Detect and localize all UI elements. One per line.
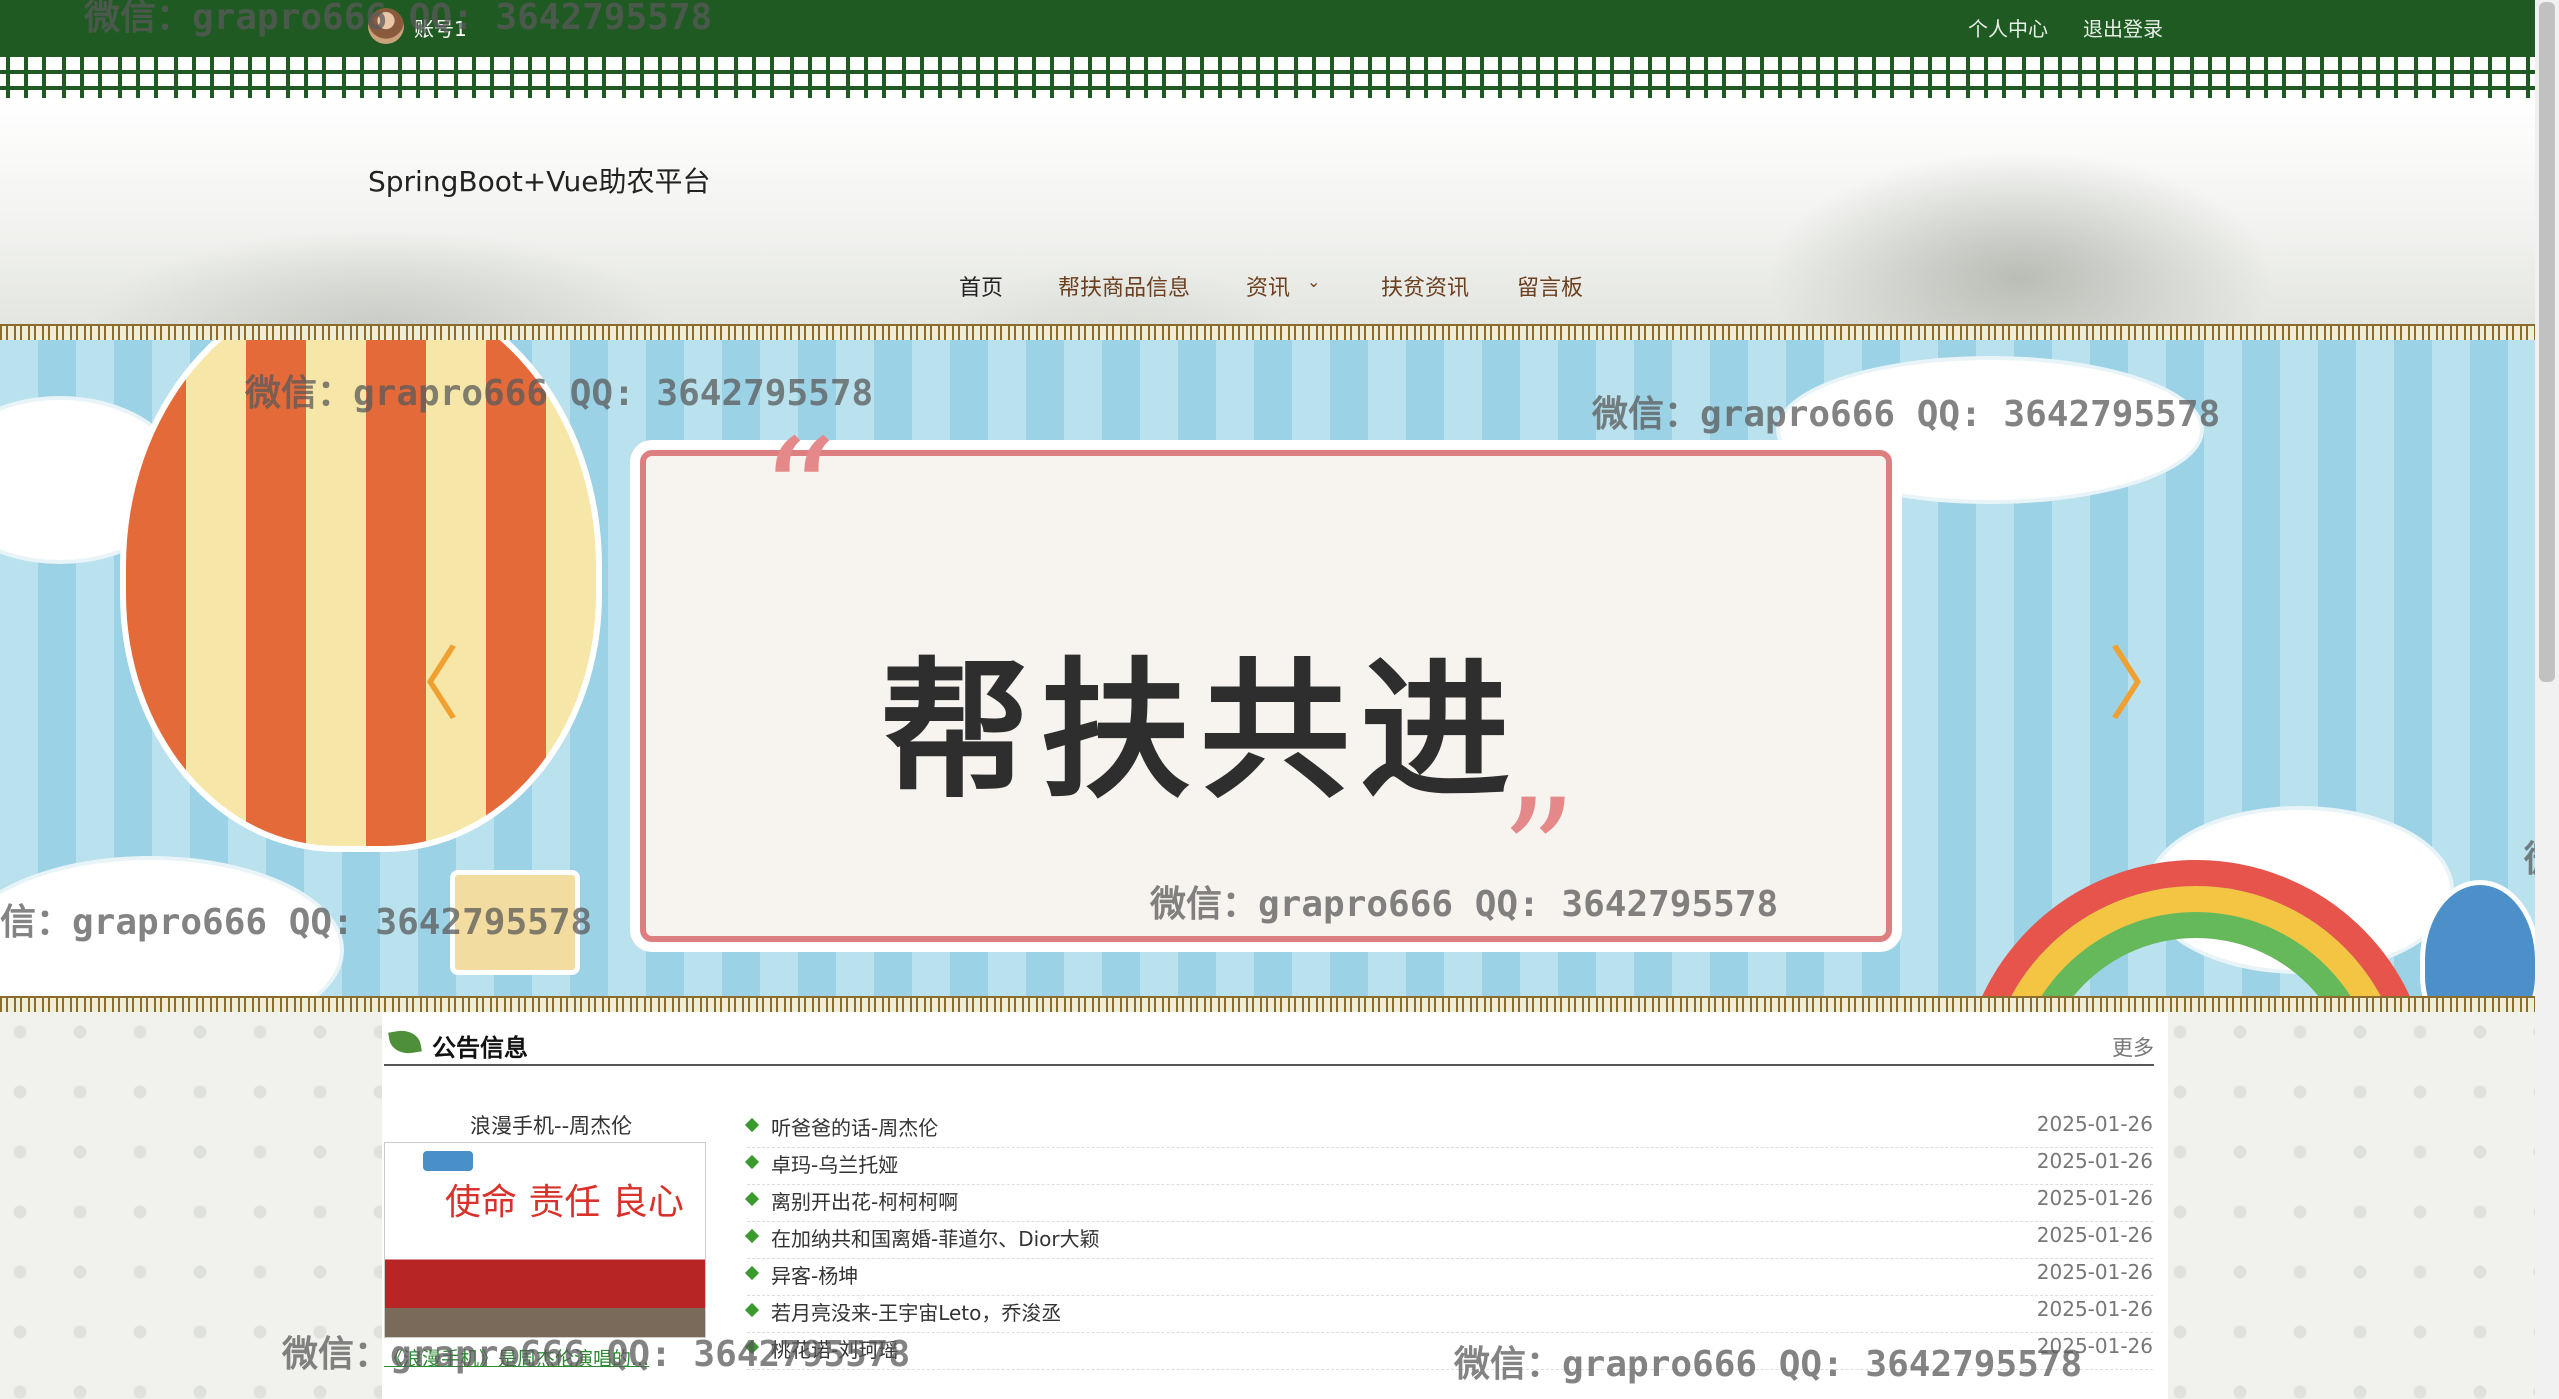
watermark-text: 微信：grapro666 QQ: 3642795578 (282, 1334, 911, 1375)
list-item[interactable]: 离别开出花-柯柯柯啊 2025-01-26 (744, 1184, 2153, 1222)
decorative-border-top (0, 52, 2535, 98)
list-item[interactable]: 听爸爸的话-周杰伦 2025-01-26 (744, 1110, 2153, 1148)
notice-item-date: 2025-01-26 (2036, 1186, 2153, 1210)
list-item[interactable]: 在加纳共和国离婚-菲道尔、Dior大颖 2025-01-26 (744, 1221, 2153, 1259)
site-title: SpringBoot+Vue助农平台 (368, 165, 711, 198)
notice-header: 公告信息 更多 (384, 1022, 2154, 1066)
list-item[interactable]: 卓玛-乌兰托娅 2025-01-26 (744, 1147, 2153, 1185)
featured-image-text: 使命 责任 良心 (445, 1182, 684, 1223)
scrollbar-thumb[interactable] (2539, 2, 2555, 682)
notice-item-title[interactable]: 若月亮没来-王宇宙Leto，乔浚丞 (771, 1297, 1061, 1326)
bullet-icon (744, 1191, 760, 1207)
watermark-text: 微信：grapro666 QQ: 3642795578 (1592, 394, 2221, 435)
notice-item-date: 2025-01-26 (2036, 1260, 2153, 1284)
list-item[interactable]: 异客-杨坤 2025-01-26 (744, 1258, 2153, 1296)
watermark-text: 微信：grapro666 QQ: 3642795578 (1150, 884, 1779, 925)
featured-notice-title[interactable]: 浪漫手机--周杰伦 (470, 1110, 632, 1140)
leaf-icon (388, 1027, 422, 1057)
notice-title: 公告信息 (432, 1034, 528, 1062)
logout-link[interactable]: 退出登录 (2083, 13, 2163, 42)
bullet-icon (744, 1302, 760, 1318)
banner-headline: 帮扶共进 (880, 645, 1521, 819)
notice-item-title[interactable]: 离别开出花-柯柯柯啊 (771, 1186, 958, 1215)
hot-air-balloon-image (120, 340, 602, 852)
notice-item-date: 2025-01-26 (2036, 1112, 2153, 1136)
watermark-text: 微信：grapro666 QQ: 3642795578 (84, 0, 713, 38)
featured-notice-image[interactable]: 使命 责任 良心 (384, 1142, 706, 1338)
watermark-text: 微信：grapro666 QQ: 3642795578 (1454, 1344, 2083, 1385)
bullet-icon (744, 1228, 760, 1244)
notice-item-title[interactable]: 在加纳共和国离婚-菲道尔、Dior大颖 (771, 1223, 1100, 1252)
carousel-next-icon[interactable]: 〉 (2108, 620, 2188, 736)
open-quote-mark: “ (760, 408, 837, 582)
bullet-icon (744, 1265, 760, 1281)
watermark-text: 微信：grapro666 QQ: 3642795578 (245, 373, 874, 414)
nav-news[interactable]: 资讯 (1246, 270, 1290, 302)
notice-item-title[interactable]: 听爸爸的话-周杰伦 (771, 1112, 938, 1141)
watermark-text: 信：grapro666 QQ: 3642795578 (0, 902, 593, 943)
notice-item-title[interactable]: 卓玛-乌兰托娅 (771, 1149, 898, 1178)
carousel-prev-icon[interactable]: 〈 (380, 620, 460, 736)
bullet-icon (744, 1154, 760, 1170)
notice-item-date: 2025-01-26 (2036, 1223, 2153, 1247)
logo-icon (423, 1151, 473, 1171)
nav-goods[interactable]: 帮扶商品信息 (1058, 270, 1190, 302)
notice-item-date: 2025-01-26 (2036, 1149, 2153, 1173)
chevron-down-icon[interactable]: ⌄ (1307, 272, 1320, 291)
notice-item-title[interactable]: 异客-杨坤 (771, 1260, 858, 1289)
more-link[interactable]: 更多 (2112, 1032, 2154, 1062)
scrollbar[interactable] (2535, 0, 2559, 1399)
user-center-link[interactable]: 个人中心 (1968, 13, 2048, 42)
bullet-icon (744, 1117, 760, 1133)
nav-home[interactable]: 首页 (959, 270, 1003, 302)
nav-poverty-news[interactable]: 扶贫资讯 (1381, 270, 1469, 302)
notice-item-date: 2025-01-26 (2036, 1297, 2153, 1321)
list-item[interactable]: 若月亮没来-王宇宙Leto，乔浚丞 2025-01-26 (744, 1295, 2153, 1333)
nav-message-board[interactable]: 留言板 (1517, 270, 1583, 302)
